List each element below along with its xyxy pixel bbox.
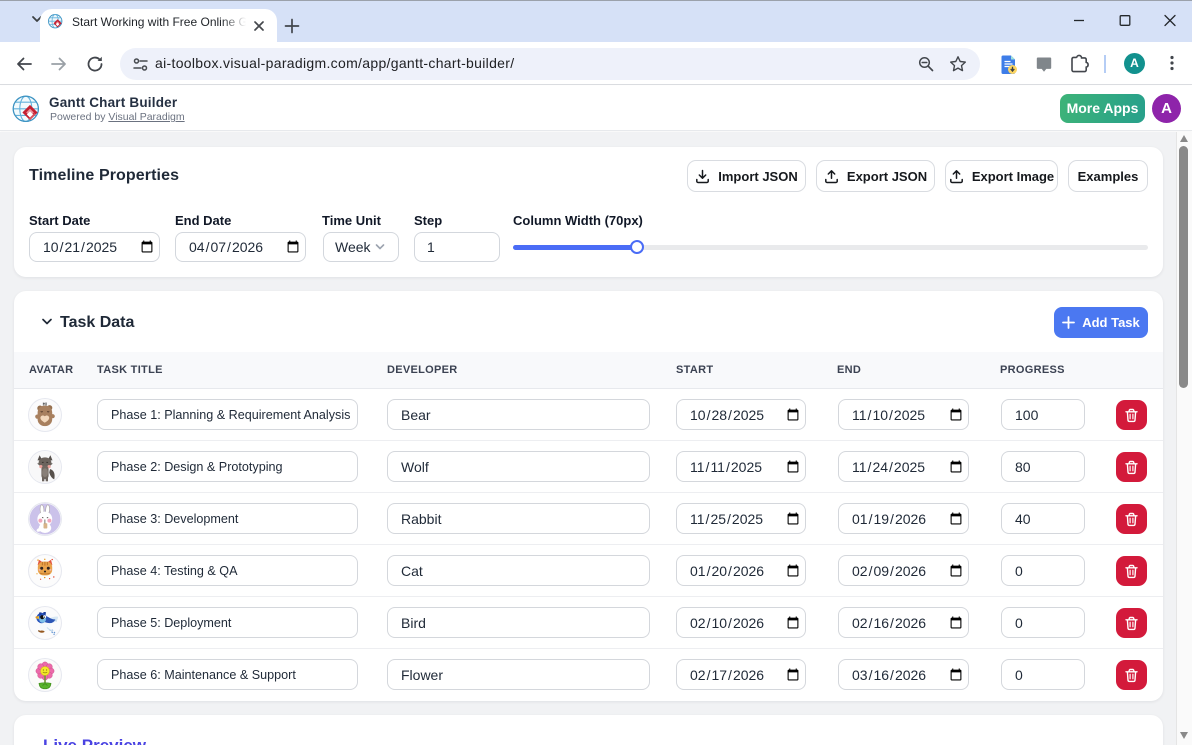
svg-text:HI: HI [43, 401, 47, 406]
